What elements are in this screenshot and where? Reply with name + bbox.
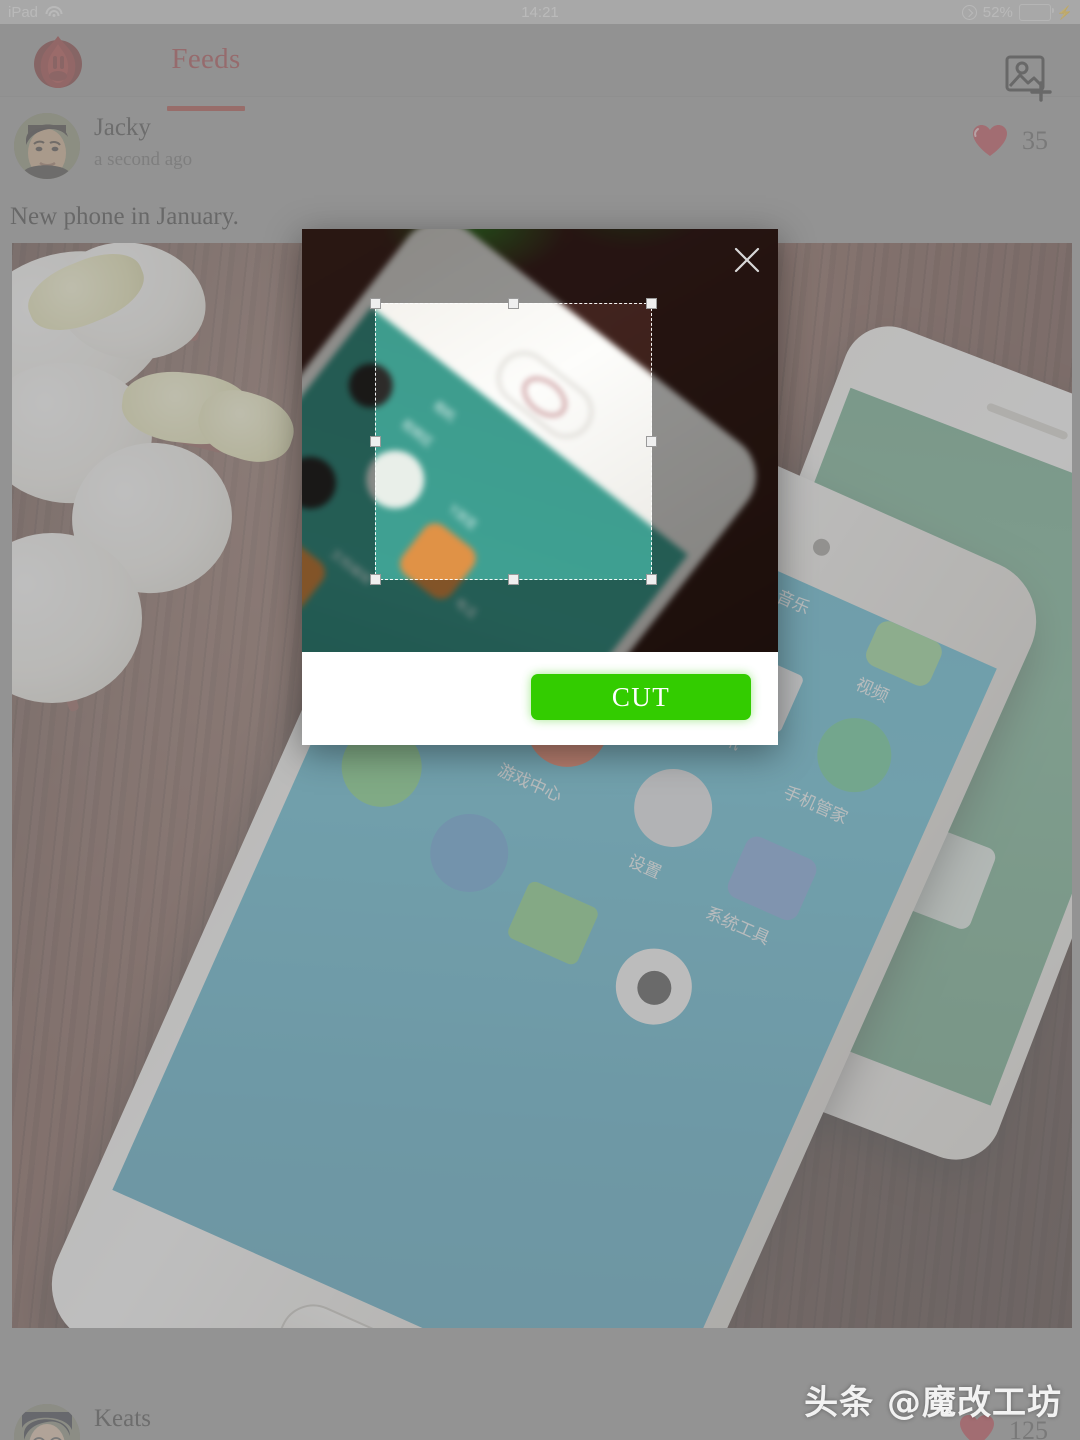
watermark-text: 头条 @魔改工坊 — [804, 1383, 1062, 1423]
crop-mask-bottom — [302, 580, 778, 652]
crop-handle-s[interactable] — [507, 574, 519, 585]
image-crop-dialog: 相机 视频区 Y浏览 电话 文档编辑 相册 解锁 — [302, 229, 778, 745]
crop-handle-n[interactable] — [507, 298, 519, 309]
crop-handle-se[interactable] — [646, 574, 657, 585]
crop-handle-e[interactable] — [646, 435, 657, 447]
crop-handle-sw[interactable] — [370, 574, 381, 585]
cut-button[interactable]: CUT — [531, 674, 751, 720]
crop-handle-ne[interactable] — [646, 298, 657, 309]
close-x-icon[interactable] — [728, 241, 766, 279]
crop-mask-left — [302, 303, 375, 580]
crop-selection-rect[interactable] — [370, 298, 657, 585]
crop-handle-w[interactable] — [370, 435, 381, 447]
crop-mask-right — [652, 303, 778, 580]
crop-dialog-footer: CUT — [302, 652, 778, 745]
crop-preview-canvas[interactable]: 相机 视频区 Y浏览 电话 文档编辑 相册 解锁 — [302, 229, 778, 652]
crop-handle-nw[interactable] — [370, 298, 381, 309]
crop-mask-top — [302, 229, 778, 303]
